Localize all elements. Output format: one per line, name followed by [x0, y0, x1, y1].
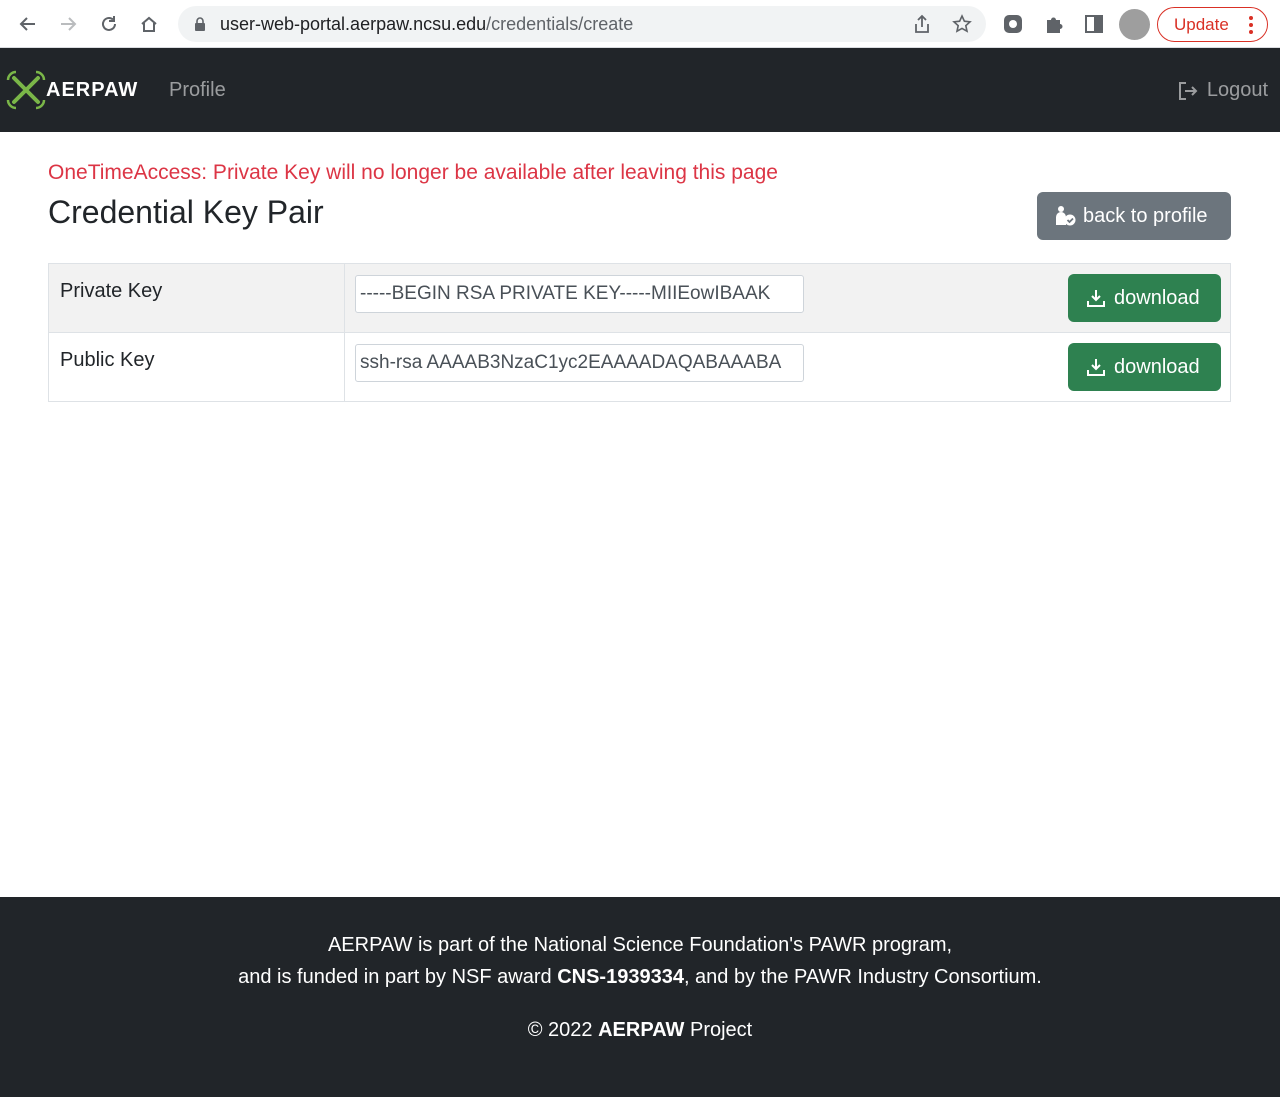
- url-host: user-web-portal.aerpaw.ncsu.edu: [220, 14, 487, 34]
- site-navbar: AERPAW Profile Logout: [0, 48, 1280, 132]
- download-icon: [1087, 290, 1105, 307]
- download-public-key-button[interactable]: download: [1068, 343, 1221, 391]
- star-icon[interactable]: [952, 14, 972, 34]
- lock-icon[interactable]: [192, 16, 208, 32]
- download-private-key-button[interactable]: download: [1068, 274, 1221, 322]
- person-check-icon: [1056, 206, 1076, 226]
- logout-label: Logout: [1206, 79, 1268, 101]
- avatar[interactable]: [1119, 9, 1150, 40]
- back-to-profile-label: back to profile: [1083, 204, 1208, 227]
- award-number: CNS-1939334: [557, 966, 684, 988]
- nav-profile-link[interactable]: Profile: [169, 79, 226, 102]
- home-icon[interactable]: [137, 12, 161, 36]
- url-text[interactable]: user-web-portal.aerpaw.ncsu.edu/credenti…: [220, 14, 633, 35]
- url-path: /credentials/create: [486, 14, 634, 34]
- footer-line-2-text: and is funded in part by NSF award: [238, 966, 558, 988]
- private-key-label: Private Key: [60, 280, 163, 302]
- update-button[interactable]: Update: [1157, 7, 1268, 42]
- logo-text: AERPAW: [46, 78, 139, 101]
- site-footer: AERPAW is part of the National Science F…: [0, 897, 1280, 1097]
- back-to-profile-button[interactable]: back to profile: [1037, 192, 1231, 240]
- public-key-row: Public Key download: [48, 332, 1231, 402]
- browser-toolbar: user-web-portal.aerpaw.ncsu.edu/credenti…: [0, 0, 1280, 48]
- forward-arrow-icon[interactable]: [56, 12, 80, 36]
- aerpaw-logo[interactable]: AERPAW: [4, 68, 138, 112]
- download-label: download: [1114, 286, 1200, 309]
- public-key-field[interactable]: [355, 344, 804, 382]
- footer-line-2: and is funded in part by NSF award CNS-1…: [0, 966, 1280, 989]
- share-icon[interactable]: [912, 14, 932, 34]
- download-label: download: [1114, 355, 1200, 378]
- back-arrow-icon[interactable]: [16, 12, 40, 36]
- drone-logo-icon: [6, 70, 46, 110]
- more-menu-icon[interactable]: [1249, 16, 1253, 34]
- one-time-access-alert: OneTimeAccess: Private Key will no longe…: [48, 161, 778, 184]
- reload-icon[interactable]: [97, 12, 121, 36]
- private-key-field[interactable]: [355, 275, 804, 313]
- address-bar[interactable]: user-web-portal.aerpaw.ncsu.edu/credenti…: [178, 6, 986, 42]
- copyright-org: AERPAW: [598, 1019, 685, 1041]
- copyright-suffix: Project: [684, 1019, 753, 1041]
- copyright-year: © 2022: [527, 1019, 599, 1041]
- logout-link[interactable]: Logout: [1177, 79, 1268, 102]
- footer-line-1: AERPAW is part of the National Science F…: [327, 934, 953, 956]
- puzzle-icon[interactable]: [1043, 13, 1065, 35]
- footer-line-2-end: , and by the PAWR Industry Consortium.: [683, 966, 1042, 988]
- update-label: Update: [1174, 14, 1229, 34]
- public-key-label: Public Key: [60, 349, 155, 371]
- extension-app-icon[interactable]: [1002, 13, 1024, 35]
- side-panel-icon[interactable]: [1083, 13, 1105, 35]
- private-key-row: Private Key download: [48, 263, 1231, 333]
- download-icon: [1087, 359, 1105, 376]
- page-title: Credential Key Pair: [48, 194, 324, 230]
- copyright: © 2022 AERPAW Project: [0, 1019, 1280, 1042]
- logout-icon: [1178, 81, 1198, 100]
